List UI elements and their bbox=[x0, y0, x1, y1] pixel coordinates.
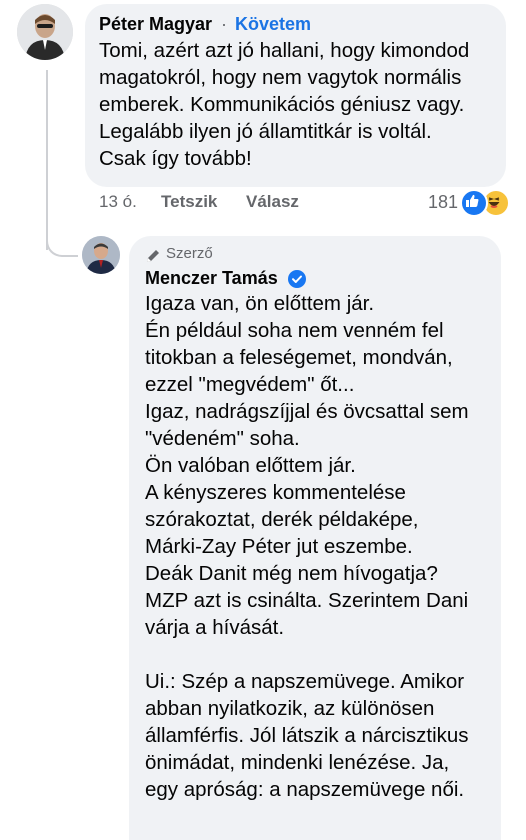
reaction-count[interactable]: 181 bbox=[428, 192, 458, 213]
author-badge-label: Szerző bbox=[166, 245, 213, 262]
commenter-name[interactable]: Péter Magyar bbox=[99, 14, 212, 35]
reply-author-avatar[interactable] bbox=[82, 236, 120, 274]
like-button[interactable]: Tetszik bbox=[161, 192, 217, 212]
reply-button[interactable]: Válasz bbox=[246, 192, 299, 212]
like-icon[interactable] bbox=[460, 189, 488, 217]
reply-text: Igaza van, ön előttem jár. Én például so… bbox=[145, 292, 469, 801]
comment-text: Tomi, azért azt jó hallani, hogy kimondo… bbox=[99, 39, 470, 170]
follow-link[interactable]: Követem bbox=[235, 14, 311, 35]
commenter-avatar[interactable] bbox=[17, 4, 73, 60]
verified-badge-icon bbox=[288, 270, 306, 288]
comment-timestamp[interactable]: 13 ó. bbox=[99, 192, 137, 212]
separator-dot: · bbox=[221, 14, 227, 34]
pencil-icon bbox=[145, 248, 161, 264]
thread-connector bbox=[46, 220, 78, 257]
reply-author-name[interactable]: Menczer Tamás bbox=[145, 268, 278, 289]
